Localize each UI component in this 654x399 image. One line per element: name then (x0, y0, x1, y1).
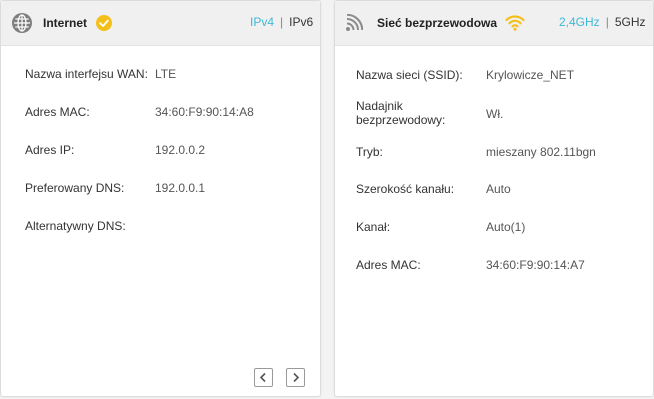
tab-2-4ghz[interactable]: 2,4GHz (559, 15, 600, 29)
chevron-right-icon (293, 372, 300, 383)
wireless-card: Sieć bezprzewodowa 2,4GHz | 5GHz Nazwa sie… (334, 0, 654, 397)
ip-address-label: Adres IP: (25, 143, 75, 157)
next-page-button[interactable] (286, 368, 305, 387)
prev-page-button[interactable] (254, 368, 273, 387)
preferred-dns-value: 192.0.0.1 (155, 181, 206, 195)
ip-address-value: 192.0.0.2 (155, 143, 206, 157)
internet-title: Internet (43, 16, 88, 30)
check-circle-icon (96, 15, 112, 31)
ssid-label: Nazwa sieci (SSID): (356, 68, 463, 82)
tab-ipv4[interactable]: IPv4 (250, 15, 274, 29)
tab-ipv6[interactable]: IPv6 (289, 15, 313, 29)
mac-address-label: Adres MAC: (25, 105, 90, 119)
wireless-mac-value: 34:60:F9:90:14:A7 (486, 258, 585, 272)
wireless-card-header: Sieć bezprzewodowa 2,4GHz | 5GHz (335, 1, 653, 46)
channel-width-label: Szerokość kanału: (356, 182, 455, 196)
wan-interface-label: Nazwa interfejsu WAN: (25, 67, 148, 81)
tab-separator: | (280, 15, 284, 29)
chevron-left-icon (259, 372, 266, 383)
alternate-dns-label: Alternatywny DNS: (25, 219, 126, 233)
ssid-value: Krylowicze_NET (486, 68, 575, 82)
internet-card: Internet IPv4 | IPv6 Nazwa interfejsu WAN:… (0, 0, 321, 397)
mode-value: mieszany 802.11bgn (486, 145, 596, 159)
wireless-signal-icon (345, 13, 364, 32)
wan-interface-value: LTE (155, 67, 177, 81)
wifi-icon (505, 13, 525, 31)
wireless-radio-label: Nadajnik bezprzewodowy: (356, 99, 446, 127)
wireless-mac-label: Adres MAC: (356, 258, 421, 272)
channel-value: Auto(1) (486, 220, 526, 234)
preferred-dns-label: Preferowany DNS: (25, 181, 125, 195)
tab-separator: | (605, 15, 609, 29)
band-switch: 2,4GHz | 5GHz (559, 15, 646, 29)
channel-width-value: Auto (486, 182, 511, 196)
globe-icon (12, 13, 32, 33)
mac-address-value: 34:60:F9:90:14:A8 (155, 105, 254, 119)
channel-label: Kanał: (356, 220, 391, 234)
internet-card-header: Internet IPv4 | IPv6 (1, 1, 320, 46)
tab-5ghz[interactable]: 5GHz (615, 15, 646, 29)
mode-label: Tryb: (356, 145, 383, 159)
wireless-radio-value: Wł. (486, 107, 504, 121)
wireless-title: Sieć bezprzewodowa (377, 16, 498, 30)
ip-version-switch: IPv4 | IPv6 (250, 15, 313, 29)
